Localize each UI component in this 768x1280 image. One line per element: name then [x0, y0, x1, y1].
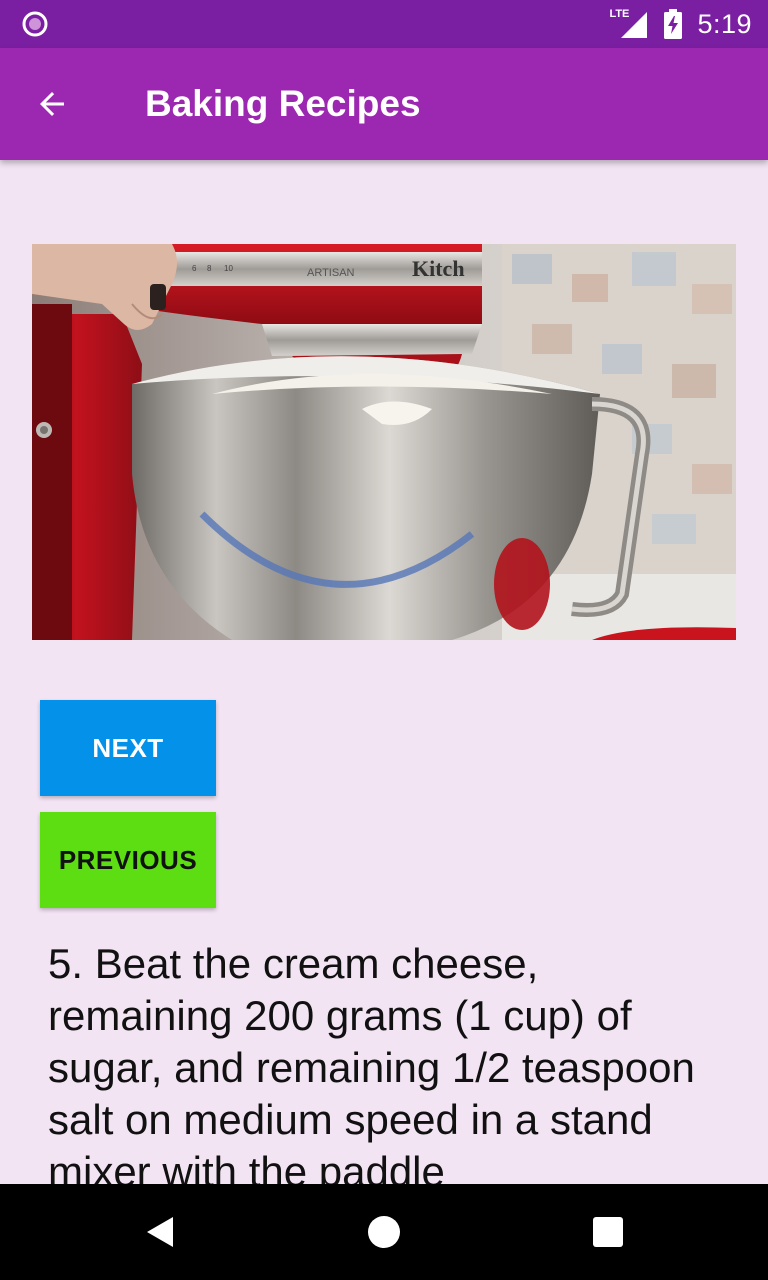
- next-button[interactable]: NEXT: [40, 700, 216, 796]
- recipe-video-player[interactable]: ARTISAN Kitch 6 8 10: [32, 244, 736, 640]
- nav-back-icon: [147, 1217, 173, 1247]
- arrow-back-icon: [40, 92, 64, 116]
- notification-circle-icon: [22, 11, 48, 37]
- nav-recents-icon: [593, 1217, 623, 1247]
- stand-mixer-video-frame: ARTISAN Kitch 6 8 10: [32, 244, 736, 640]
- speed-mark-8: 8: [207, 264, 212, 273]
- navigation-bar: [0, 1184, 768, 1280]
- nav-back-button[interactable]: [136, 1208, 184, 1256]
- app-bar: Baking Recipes: [0, 48, 768, 160]
- nav-home-button[interactable]: [360, 1208, 408, 1256]
- status-bar: LTE 5:19: [0, 0, 768, 48]
- previous-button[interactable]: PREVIOUS: [40, 812, 216, 908]
- signal-icon: LTE: [609, 8, 649, 40]
- nav-recents-button[interactable]: [584, 1208, 632, 1256]
- app-title: Baking Recipes: [145, 83, 421, 124]
- speed-mark-10: 10: [224, 264, 233, 273]
- artisan-label: ARTISAN: [307, 267, 355, 279]
- recipe-step-screen: LTE 5:19 Baking Recipes ARTISAN Kitch 6 …: [0, 0, 768, 1280]
- battery-charging-icon: [664, 9, 683, 39]
- status-time: 5:19: [697, 8, 752, 39]
- speed-mark-6: 6: [192, 264, 197, 273]
- back-button[interactable]: [24, 76, 80, 132]
- step-description: 5. Beat the cream cheese, remaining 200 …: [48, 940, 695, 1195]
- nav-home-icon: [368, 1216, 400, 1248]
- brand-label: Kitch: [412, 256, 465, 281]
- status-icons: LTE 5:19: [609, 0, 752, 48]
